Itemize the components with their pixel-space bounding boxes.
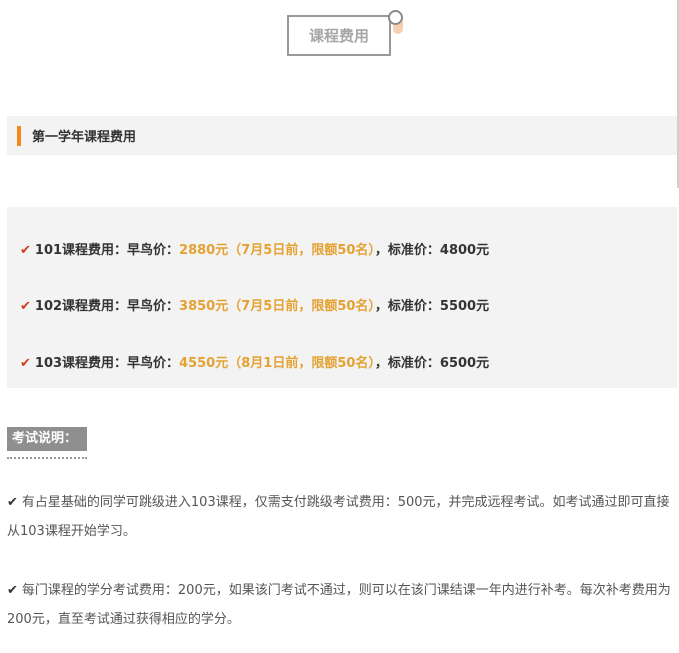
standard-price: ，标准价：6500元 — [374, 356, 490, 371]
check-icon: ✔ — [7, 583, 18, 598]
section-accent-bar — [17, 125, 21, 146]
check-icon: ✔ — [20, 356, 31, 371]
early-bird-price: 2880元（7月5日前，限额50名） — [179, 243, 375, 258]
exam-paragraph: ✔ 有占星基础的同学可跳级进入103课程，仅需支付跳级考试费用：500元，并完成远… — [7, 488, 677, 546]
check-icon: ✔ — [20, 299, 31, 314]
exam-paragraph-text: 有占星基础的同学可跳级进入103课程，仅需支付跳级考试费用：500元，并完成远程… — [7, 495, 670, 539]
page-title: 课程费用 — [287, 15, 391, 56]
fee-row-102: ✔ 102课程费用：早鸟价：3850元（7月5日前，限额50名），标准价：5500… — [20, 295, 489, 314]
early-bird-price: 3850元（7月5日前，限额50名） — [179, 299, 375, 314]
standard-price: ，标准价：4800元 — [374, 243, 490, 258]
section-header: 第一学年课程费用 — [7, 116, 677, 155]
fee-label: 103课程费用：早鸟价： — [34, 356, 180, 371]
fee-row-101: ✔ 101课程费用：早鸟价：2880元（7月5日前，限额50名），标准价：4800… — [20, 239, 489, 258]
exam-paragraph-text: 每门课程的学分考试费用：200元，如果该门考试不通过，则可以在该门课结课一年内进… — [7, 583, 671, 627]
check-icon: ✔ — [7, 495, 18, 510]
fee-label: 101课程费用：早鸟价： — [34, 243, 180, 258]
exam-section-label: 考试说明： — [7, 427, 87, 451]
fee-list: ✔ 101课程费用：早鸟价：2880元（7月5日前，限额50名），标准价：4800… — [7, 207, 677, 388]
section-title: 第一学年课程费用 — [32, 130, 137, 145]
check-icon: ✔ — [20, 243, 31, 258]
fee-label: 102课程费用：早鸟价： — [34, 299, 180, 314]
early-bird-price: 4550元（8月1日前，限额50名） — [179, 356, 375, 371]
exam-label-underline — [7, 457, 87, 459]
exam-paragraph: ✔ 每门课程的学分考试费用：200元，如果该门考试不通过，则可以在该门课结课一年内… — [7, 576, 677, 634]
decor-ring — [388, 10, 403, 25]
fee-row-103: ✔ 103课程费用：早鸟价：4550元（8月1日前，限额50名），标准价：6500… — [20, 352, 489, 371]
standard-price: ，标准价：5500元 — [374, 299, 490, 314]
